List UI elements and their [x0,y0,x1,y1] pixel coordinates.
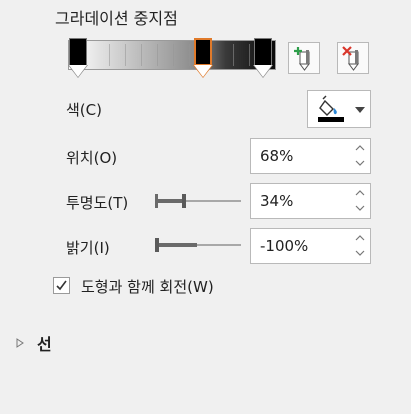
paint-bucket-icon [318,95,344,122]
rotate-with-shape-checkbox[interactable] [53,277,70,294]
gradient-stop-2-selected[interactable] [193,38,213,80]
spin-down-icon[interactable] [354,157,366,169]
slider-thumb[interactable] [155,238,159,252]
rotate-with-shape-label[interactable]: 도형과 함께 회전(W) [81,276,214,297]
spin-down-icon[interactable] [354,202,366,214]
spin-up-icon[interactable] [354,232,366,244]
brightness-slider[interactable] [155,235,241,255]
transparency-label: 투명도(T) [66,194,129,212]
spin-down-icon[interactable] [354,247,366,259]
spin-up-icon[interactable] [354,187,366,199]
gradient-stop-3[interactable] [253,38,273,80]
brightness-label: 밝기(I) [66,239,110,257]
remove-gradient-stop-button[interactable] [337,42,369,74]
line-section-header[interactable]: 선 [16,333,76,354]
position-label: 위치(O) [66,149,118,167]
spin-up-icon[interactable] [354,142,366,154]
checkmark-icon [56,280,67,291]
transparency-value[interactable]: 34% [260,192,293,210]
brightness-spinner[interactable]: -100% [250,228,371,264]
slider-thumb[interactable] [182,194,186,208]
brightness-value[interactable]: -100% [260,237,308,255]
color-label: 색(C) [66,101,102,119]
add-gradient-stop-icon [294,47,310,71]
gradient-preview[interactable] [68,40,276,70]
color-picker-button[interactable] [307,90,371,128]
transparency-spinner[interactable]: 34% [250,183,371,219]
add-gradient-stop-button[interactable] [288,42,320,74]
position-value[interactable]: 68% [260,147,293,165]
gradient-stop-1[interactable] [68,38,88,80]
remove-gradient-stop-icon [342,46,359,71]
gradient-stops-bar[interactable] [66,38,276,80]
position-spinner[interactable]: 68% [250,138,371,174]
chevron-down-icon [355,107,365,113]
transparency-slider[interactable] [155,191,241,211]
expand-triangle-icon [16,338,24,348]
line-section-label: 선 [37,335,52,354]
gradient-stops-title: 그라데이션 중지점 [55,9,178,28]
